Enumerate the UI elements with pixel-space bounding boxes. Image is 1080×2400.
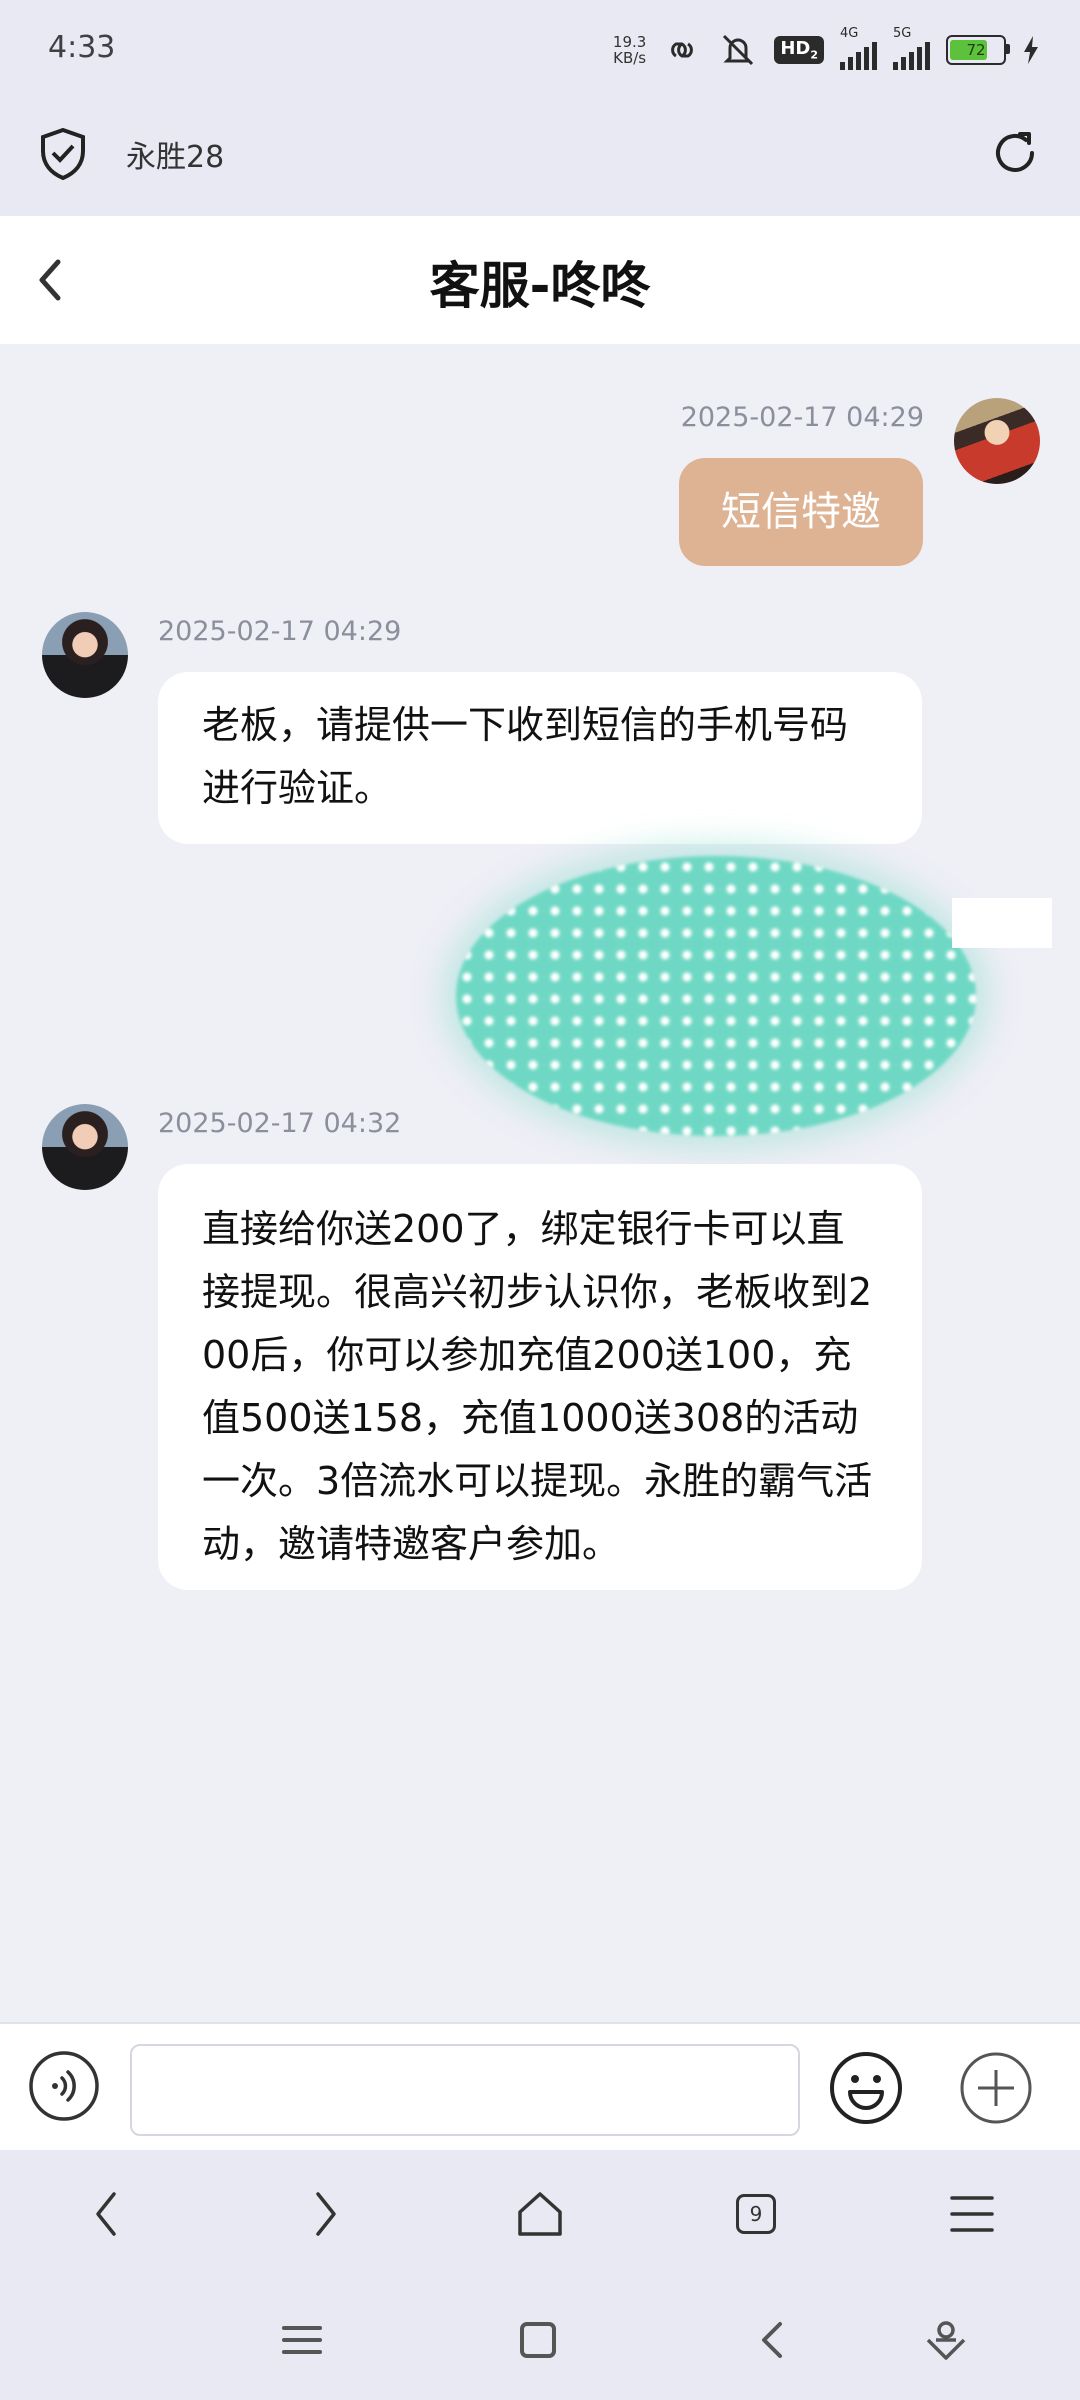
user-avatar[interactable] <box>954 398 1040 484</box>
agent-avatar[interactable] <box>42 1104 128 1190</box>
message-timestamp: 2025-02-17 04:29 <box>680 402 924 433</box>
site-title: 永胜28 <box>126 140 225 175</box>
message-timestamp: 2025-02-17 04:32 <box>158 1108 402 1139</box>
redacted-message-blob <box>456 856 976 1136</box>
browser-home-icon[interactable] <box>512 2186 568 2242</box>
emoji-icon[interactable] <box>828 2050 904 2126</box>
redaction-patch <box>952 898 1052 948</box>
tabs-count: 9 <box>749 2202 763 2226</box>
status-time: 4:33 <box>48 30 116 65</box>
chat-title: 客服-咚咚 <box>429 257 651 315</box>
system-back-icon[interactable] <box>750 2316 798 2364</box>
refresh-icon[interactable] <box>990 128 1040 178</box>
incoming-message-bubble[interactable]: 直接给你送200了，绑定银行卡可以直接提现。很高兴初步认识你，老板收到200后，… <box>158 1164 922 1590</box>
message-input[interactable] <box>130 2044 800 2136</box>
network-speed: 19.3 KB/s <box>612 33 647 67</box>
battery-icon: 72 <box>946 35 1010 65</box>
browser-forward-icon[interactable] <box>296 2186 352 2242</box>
status-icons: 19.3 KB/s HD2 4G 5G 72 <box>613 24 1040 76</box>
shield-check-icon[interactable] <box>40 128 86 180</box>
tabs-icon: 9 <box>736 2194 776 2234</box>
browser-tabs-button[interactable]: 9 <box>728 2186 784 2242</box>
incoming-message-bubble[interactable]: 老板，请提供一下收到短信的手机号码进行验证。 <box>158 672 922 844</box>
signal-icon: 4G <box>840 26 877 70</box>
system-home-icon[interactable] <box>514 2316 562 2364</box>
voice-input-icon[interactable] <box>28 2050 100 2122</box>
outgoing-message-bubble[interactable]: 短信特邀 <box>679 458 923 566</box>
recents-menu-icon[interactable] <box>278 2316 326 2364</box>
mute-icon <box>723 34 754 66</box>
message-timestamp: 2025-02-17 04:29 <box>158 616 402 647</box>
charging-icon <box>1024 36 1038 64</box>
link-icon <box>671 42 694 58</box>
hd-icon: HD2 <box>774 36 824 64</box>
agent-avatar[interactable] <box>42 612 128 698</box>
plus-icon[interactable] <box>958 2050 1034 2126</box>
signal-icon: 5G <box>893 26 930 70</box>
browser-back-icon[interactable] <box>80 2186 136 2242</box>
browser-menu-icon[interactable] <box>944 2186 1000 2242</box>
assistant-icon[interactable] <box>922 2316 970 2364</box>
